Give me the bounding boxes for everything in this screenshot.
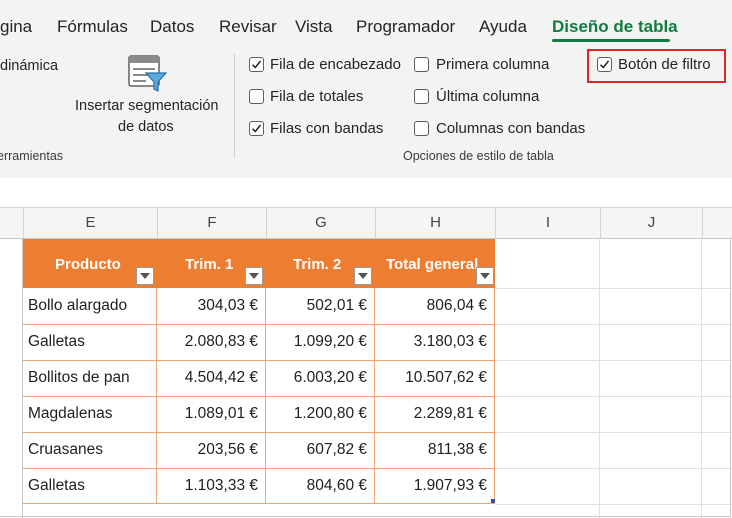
cell-producto[interactable]: Bollo alargado [28, 288, 127, 324]
grid-line-horizontal [495, 468, 732, 469]
formula-bar[interactable] [0, 178, 732, 208]
cell-trim1[interactable]: 304,03 € [157, 288, 258, 324]
cell-total[interactable]: 3.180,03 € [375, 324, 487, 360]
grid-line-horizontal [495, 504, 732, 505]
cell-trim2[interactable]: 502,01 € [266, 288, 367, 324]
select-all-corner[interactable] [0, 208, 23, 238]
tools-group-label: Herramientas [0, 149, 64, 163]
cell-trim2[interactable]: 6.003,20 € [266, 360, 367, 396]
total-row-label: Fila de totales [270, 88, 364, 105]
cell-trim2[interactable]: 1.200,80 € [266, 396, 367, 432]
table-row: Bollitos de pan 4.504,42 € 6.003,20 € 10… [23, 360, 495, 396]
column-header-g[interactable]: G [266, 208, 375, 238]
grid-line-horizontal [495, 432, 732, 433]
grid-line-horizontal [495, 360, 732, 361]
table-row: Cruasanes 203,56 € 607,82 € 811,38 € [23, 432, 495, 468]
grid-line-vertical [701, 239, 702, 518]
cell-total[interactable]: 811,38 € [375, 432, 487, 468]
cell-total[interactable]: 806,04 € [375, 288, 487, 324]
filter-dropdown-icon[interactable] [245, 267, 263, 285]
last-column-checkbox[interactable] [414, 89, 429, 104]
table-row: Galletas 2.080,83 € 1.099,20 € 3.180,03 … [23, 324, 495, 360]
column-header-i[interactable]: I [495, 208, 600, 238]
ribbon-gap [0, 168, 732, 178]
banded-rows-label: Filas con bandas [270, 120, 384, 137]
tab-help[interactable]: Ayuda [479, 16, 527, 38]
ribbon-tab-bar: gina Fórmulas Datos Revisar Vista Progra… [0, 0, 732, 46]
header-producto: Producto [55, 256, 121, 273]
grid-line-horizontal [495, 288, 732, 289]
tab-table-design[interactable]: Diseño de tabla [552, 16, 678, 38]
tab-page-layout[interactable]: gina [0, 16, 32, 38]
header-trim1: Trim. 1 [185, 256, 234, 273]
cell-trim1[interactable]: 4.504,42 € [157, 360, 258, 396]
last-column-label: Última columna [436, 88, 540, 105]
table-resize-handle[interactable] [491, 499, 495, 503]
banded-rows-checkbox[interactable] [249, 121, 264, 136]
insert-slicer-label-line2: de datos [118, 119, 174, 135]
banded-columns-label: Columnas con bandas [436, 120, 586, 137]
cell-trim2[interactable]: 804,60 € [266, 468, 367, 504]
column-header-e[interactable]: E [23, 208, 157, 238]
grid-line-horizontal [495, 396, 732, 397]
cell-total[interactable]: 10.507,62 € [375, 360, 487, 396]
grid-line-horizontal [495, 324, 732, 325]
cell-producto[interactable]: Magdalenas [28, 396, 112, 432]
cell-trim1[interactable]: 1.103,33 € [157, 468, 258, 504]
column-header-next[interactable] [702, 208, 732, 238]
cell-total[interactable]: 1.907,93 € [375, 468, 487, 504]
checkmark-icon [251, 60, 262, 69]
group-separator [234, 54, 235, 158]
header-total-general: Total general [386, 256, 479, 273]
filter-button-highlight [587, 49, 726, 83]
cell-trim2[interactable]: 607,82 € [266, 432, 367, 468]
column-header-f[interactable]: F [157, 208, 266, 238]
cell-trim2[interactable]: 1.099,20 € [266, 324, 367, 360]
insert-slicer-label-line1: Insertar segmentación [75, 98, 219, 114]
filter-dropdown-icon[interactable] [136, 267, 154, 285]
table-row: Galletas 1.103,33 € 804,60 € 1.907,93 € [23, 468, 495, 504]
column-header-h[interactable]: H [375, 208, 495, 238]
cell-producto[interactable]: Cruasanes [28, 432, 103, 468]
cell-trim1[interactable]: 2.080,83 € [157, 324, 258, 360]
cell-producto[interactable]: Galletas [28, 468, 85, 504]
cell-trim1[interactable]: 1.089,01 € [157, 396, 258, 432]
insert-slicer-button[interactable]: Insertar segmentación de datos [70, 52, 226, 140]
checkmark-icon [251, 124, 262, 133]
active-tab-indicator [552, 39, 670, 42]
tools-group-label-clip: Herramientas [0, 149, 160, 167]
tab-view[interactable]: Vista [295, 16, 333, 38]
first-column-label: Primera columna [436, 56, 550, 73]
tab-formulas[interactable]: Fórmulas [57, 16, 128, 38]
table-body: Bollo alargado 304,03 € 502,01 € 806,04 … [23, 288, 495, 504]
cell-total[interactable]: 2.289,81 € [375, 396, 487, 432]
tab-data[interactable]: Datos [150, 16, 194, 38]
total-row-checkbox[interactable] [249, 89, 264, 104]
header-trim2: Trim. 2 [293, 256, 342, 273]
header-row-checkbox[interactable] [249, 57, 264, 72]
tab-review[interactable]: Revisar [219, 16, 277, 38]
table-row: Magdalenas 1.089,01 € 1.200,80 € 2.289,8… [23, 396, 495, 432]
cell-trim1[interactable]: 203,56 € [157, 432, 258, 468]
column-header-j[interactable]: J [600, 208, 702, 238]
first-column-checkbox[interactable] [414, 57, 429, 72]
pivot-summary-button-label[interactable]: dinámica [0, 57, 58, 75]
column-header-row: E F G H I J [0, 208, 732, 239]
cell-producto[interactable]: Bollitos de pan [28, 360, 130, 396]
banded-columns-checkbox[interactable] [414, 121, 429, 136]
table-row: Bollo alargado 304,03 € 502,01 € 806,04 … [23, 288, 495, 324]
filter-dropdown-icon[interactable] [354, 267, 372, 285]
tab-developer[interactable]: Programador [356, 16, 455, 38]
cell-producto[interactable]: Galletas [28, 324, 85, 360]
grid-line-vertical [599, 239, 600, 518]
table-header-row: Producto Trim. 1 Trim. 2 Total general [23, 239, 495, 288]
slicer-icon [128, 55, 168, 92]
filter-dropdown-icon[interactable] [476, 267, 494, 285]
header-row-label: Fila de encabezado [270, 56, 401, 73]
style-options-group-label: Opciones de estilo de tabla [403, 149, 554, 163]
